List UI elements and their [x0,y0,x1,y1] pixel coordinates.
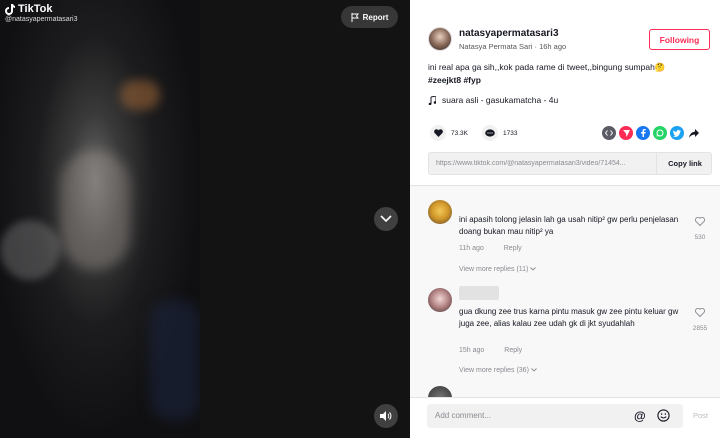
view-more-replies[interactable]: View more replies (36) [459,367,537,374]
share-buttons [602,126,701,140]
whatsapp-icon [656,129,664,137]
post-caption: ini real apa ga sih,,kok pada rame di tw… [428,62,666,72]
send-share-button[interactable] [619,126,633,140]
video-content-shape [150,300,200,420]
video-link-text[interactable]: https://www.tiktok.com/@natasyapermatasa… [436,160,656,167]
emoji-icon[interactable] [657,409,670,427]
comment-count: 1733 [503,129,518,137]
flag-icon [351,12,359,22]
mention-icon[interactable]: @ [634,409,646,423]
view-replies-label: View more replies (36) [459,367,529,374]
volume-button[interactable] [374,404,398,428]
embed-share-button[interactable] [602,126,616,140]
commenter-avatar[interactable] [428,200,452,224]
video-content-shape [60,150,130,270]
following-button[interactable]: Following [649,29,710,50]
video-content-shape [0,220,60,280]
comment-like-button[interactable]: 2855 [690,304,710,332]
tiktok-brand-text: TikTok [18,3,53,15]
heart-icon [433,129,443,137]
comment-button[interactable] [482,125,498,141]
view-replies-label: View more replies (11) [459,266,529,273]
report-label: Report [362,12,389,22]
video-frame[interactable] [0,0,200,438]
video-player[interactable]: TikTok @natasyapermatasari3 Report [0,0,410,438]
music-note-icon [428,95,436,105]
comment-like-count: 2855 [692,325,708,332]
post-time: 16h ago [539,42,567,51]
comment-like-count: 530 [694,234,706,241]
smiley-icon [657,409,670,422]
chevron-down-icon [531,368,537,372]
heart-outline-icon [695,216,705,227]
tiktok-watermark: TikTok [5,3,52,15]
chevron-down-icon [530,267,537,271]
like-count: 73.3K [451,129,468,137]
share-arrow-icon [689,128,699,138]
author-subline: Natasya Permata Sari · 16h ago [459,42,566,51]
heart-outline-icon [695,307,705,318]
comments-list[interactable]: ini apasih tolong jelasin lah ga usah ni… [410,186,720,397]
author-username[interactable]: natasyapermatasari3 [459,28,559,39]
twitter-icon [673,129,681,137]
reply-button[interactable]: Reply [504,347,522,354]
post-hashtags[interactable]: #zeejkt8 #fyp [428,75,481,85]
more-share-button[interactable] [687,126,701,140]
comment-input[interactable]: Add comment... @ [427,404,683,428]
comment-composer: Add comment... @ Post [410,397,720,438]
video-link-box: https://www.tiktok.com/@natasyapermatasa… [428,152,712,175]
author-avatar[interactable] [428,27,452,51]
video-info-panel: natasyapermatasari3 Natasya Permata Sari… [410,0,720,438]
video-content-shape [120,80,160,110]
engagement-stats: 73.3K 1733 [430,125,531,141]
report-button[interactable]: Report [341,6,398,28]
whatsapp-share-button[interactable] [653,126,667,140]
commenter-name-redacted [459,286,499,300]
comment-placeholder: Add comment... [435,411,492,420]
comment-like-button[interactable]: 530 [690,213,710,241]
music-link[interactable]: suara asli - gasukamatcha - 4u [428,95,558,105]
comment-meta: 11h ago Reply [459,245,540,252]
music-title: suara asli - gasukamatcha - 4u [442,95,559,105]
facebook-icon [640,129,646,137]
volume-icon [380,411,392,421]
comment-time: 11h ago [459,245,484,252]
author-display-name[interactable]: Natasya Permata Sari [459,42,532,51]
comment-text: gua dkung zee trus karna pintu masuk gw … [459,307,679,328]
commenter-avatar[interactable] [428,386,452,397]
send-icon [622,129,630,137]
comment-meta: 15h ago Reply [459,347,540,354]
comment-time: 15h ago [459,347,485,354]
facebook-share-button[interactable] [636,126,650,140]
comment-dots-icon [485,129,495,137]
reply-button[interactable]: Reply [504,245,522,252]
commenter-avatar[interactable] [428,288,452,312]
watermark-handle: @natasyapermatasari3 [5,16,78,23]
twitter-share-button[interactable] [670,126,684,140]
view-more-replies[interactable]: View more replies (11) [459,266,537,273]
tiktok-logo-icon [5,3,15,15]
comment-text: ini apasih tolong jelasin lah ga usah ni… [459,215,679,236]
copy-link-button[interactable]: Copy link [656,153,713,174]
code-icon [605,130,613,136]
post-button[interactable]: Post [693,411,708,420]
like-button[interactable] [430,125,446,141]
chevron-down-icon [380,215,392,223]
next-video-button[interactable] [374,207,398,231]
